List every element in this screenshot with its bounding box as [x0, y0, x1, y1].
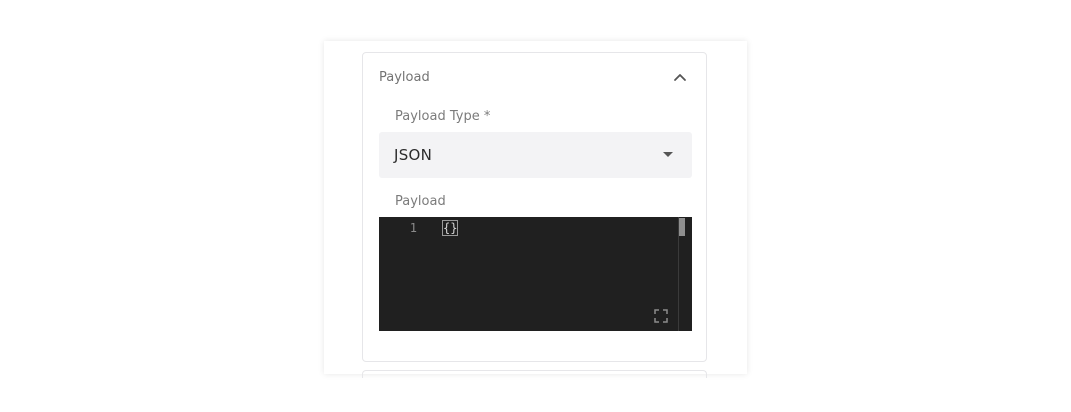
editor-scrollbar[interactable] — [678, 217, 685, 331]
panel-title: Payload — [379, 70, 430, 85]
fullscreen-icon[interactable] — [654, 309, 668, 323]
form-card: Payload Payload Type * JSON Payload 1 {} — [324, 41, 747, 378]
caret-down-icon — [663, 152, 673, 157]
chevron-up-icon[interactable] — [672, 69, 688, 85]
next-panel-edge — [362, 370, 707, 378]
payload-label: Payload — [395, 194, 446, 209]
payload-panel-header[interactable]: Payload — [363, 53, 706, 101]
code-line[interactable]: {} — [442, 220, 459, 236]
payload-panel: Payload Payload Type * JSON Payload 1 {} — [362, 52, 707, 362]
payload-code-editor[interactable]: 1 {} — [379, 217, 692, 331]
payload-type-label: Payload Type * — [395, 109, 491, 124]
payload-type-select[interactable]: JSON — [379, 132, 692, 178]
code-text: {} — [442, 220, 459, 236]
line-number: 1 — [409, 221, 417, 235]
payload-type-value: JSON — [394, 146, 433, 164]
editor-scrollbar-thumb[interactable] — [679, 218, 685, 236]
